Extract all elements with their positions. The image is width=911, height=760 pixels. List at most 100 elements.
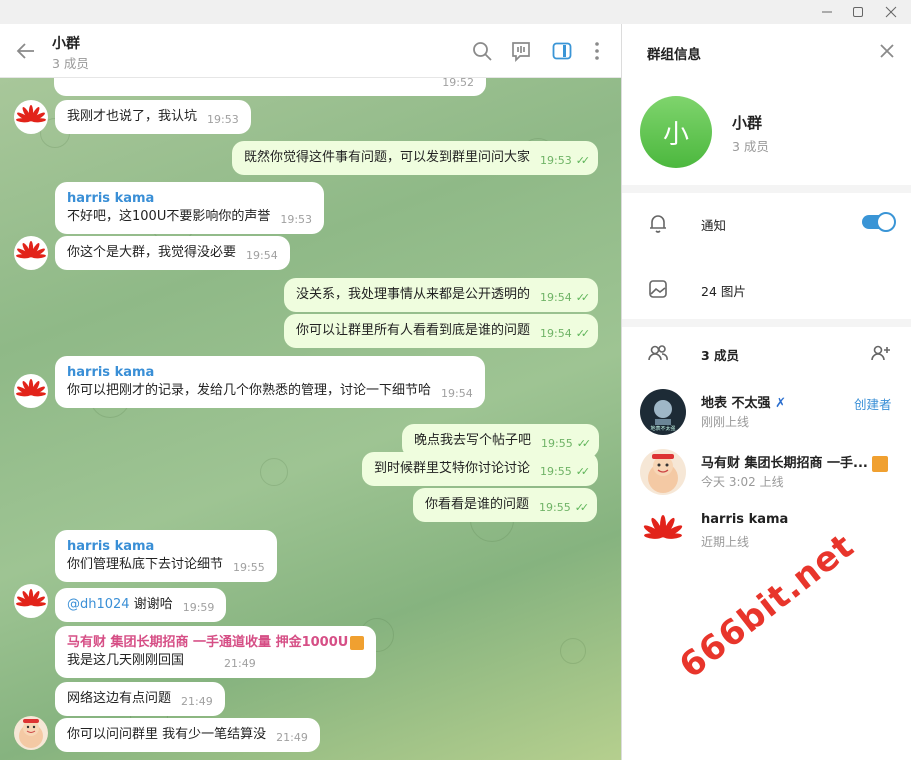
voice-chat-icon[interactable] [509, 39, 533, 63]
member-row[interactable]: 地表不太强 地表 不太强 ✗ 刚刚上线 创建者 [622, 383, 911, 441]
group-avatar[interactable]: 小 [640, 96, 712, 168]
window-close-icon[interactable] [876, 0, 906, 24]
search-icon[interactable] [470, 39, 494, 63]
message-time: 21:49 [181, 695, 213, 708]
message-bubble[interactable]: 我刚才也说了，我认坑 19:53 [55, 100, 251, 134]
message-bubble-outgoing[interactable]: 没关系，我处理事情从来都是公开透明的 19:54 ✓✓ [284, 278, 599, 312]
x-badge-icon: ✗ [775, 396, 786, 411]
message-bubble[interactable]: 你可以问问群里 我有少一笔结算没 21:49 [55, 718, 320, 752]
message-text: 我刚才也说了，我认坑 [67, 109, 198, 124]
add-member-icon[interactable] [868, 341, 892, 365]
message-bubble[interactable]: 马有财 集团长期招商 一手通道收量 押金1000U 我是这几天刚刚回国 21:49 [55, 626, 377, 678]
minimize-icon[interactable] [812, 0, 842, 24]
photos-row[interactable]: 24 图片 [622, 259, 911, 319]
message-text: 你可以问问群里 我有少一笔结算没 [67, 727, 267, 742]
group-name: 小群 [732, 114, 763, 132]
message-bubble-outgoing[interactable]: 你看看是谁的问题 19:55 ✓✓ [413, 488, 598, 522]
group-member-count: 3 成员 [732, 139, 769, 154]
message-bubble-outgoing[interactable]: 你可以让群里所有人看看到底是谁的问题 19:54 ✓✓ [284, 314, 599, 348]
message-bubble-outgoing[interactable]: 既然你觉得这件事有问题，可以发到群里问问大家 19:53 ✓✓ [232, 141, 599, 175]
read-checkmarks-icon: ✓✓ [574, 501, 590, 514]
window-titlebar [0, 0, 911, 24]
notifications-label: 通知 [701, 218, 727, 233]
member-status: 刚刚上线 [701, 415, 750, 429]
maximize-icon[interactable] [843, 0, 873, 24]
message-text: 我是这几天刚刚回国 [67, 653, 185, 668]
member-name: harris kama [701, 512, 789, 527]
message-bubble[interactable]: harris kama 你可以把刚才的记录，发给几个你熟悉的管理，讨论一下细节哈… [55, 356, 485, 408]
member-avatar [640, 449, 686, 495]
member-row[interactable]: harris kama 近期上线 [622, 503, 911, 561]
sender-name[interactable]: 马有财 集团长期招商 一手通道收量 押金1000U [67, 634, 365, 652]
notifications-row[interactable]: 通知 [622, 193, 911, 259]
message-time: 19:54 [540, 291, 572, 304]
read-checkmarks-icon: ✓✓ [575, 465, 591, 478]
back-arrow-icon[interactable] [14, 39, 38, 63]
more-options-icon[interactable] [585, 39, 609, 63]
badge-emoji-icon [350, 635, 365, 650]
message-time: 21:49 [224, 657, 256, 670]
message-text: 你可以把刚才的记录，发给几个你熟悉的管理，讨论一下细节哈 [67, 383, 432, 398]
member-avatar-huawei [640, 509, 686, 555]
member-name: 地表 不太强 ✗ [701, 396, 786, 411]
message-time: 19:55 [540, 465, 572, 478]
message-bubble-outgoing[interactable]: 到时候群里艾特你讨论讨论 19:55 ✓✓ [362, 452, 599, 486]
photos-label: 24 图片 [701, 284, 746, 299]
message-time: 19:59 [182, 601, 215, 614]
chat-area: 小群 3 成员 19:52 我刚才也说了，我认坑 19:53 既然你觉得这件事有… [0, 24, 621, 760]
badge-emoji-icon [872, 455, 889, 472]
message-text: 到时候群里艾特你讨论讨论 [374, 461, 531, 476]
notifications-toggle[interactable] [862, 212, 896, 232]
huawei-avatar[interactable] [14, 584, 48, 618]
sender-name[interactable]: harris kama [67, 190, 312, 208]
message-text: 没关系，我处理事情从来都是公开透明的 [296, 287, 531, 302]
group-info-panel: 群组信息 小 小群 3 成员 通知 24 图片 3 成员 地表不太强 地表 不太… [621, 24, 911, 760]
chat-title[interactable]: 小群 [52, 33, 80, 53]
member-row[interactable]: 马有财 集团长期招商 一手... 今天 3:02 上线 [622, 443, 911, 501]
message-text: 既然你觉得这件事有问题，可以发到群里问问大家 [244, 150, 531, 165]
message-bubble[interactable]: 你这个是大群，我觉得没必要 19:54 [55, 236, 290, 270]
panel-title: 群组信息 [647, 47, 701, 63]
group-info-header-section: 群组信息 小 小群 3 成员 [622, 24, 911, 185]
sender-name[interactable]: harris kama [67, 538, 265, 556]
message-bubble[interactable]: harris kama 你们管理私底下去讨论细节 19:55 [55, 530, 277, 582]
cartoon-avatar[interactable] [14, 716, 48, 750]
members-count-label: 3 成员 [701, 348, 740, 363]
user-mention-link[interactable]: @dh1024 [67, 597, 130, 612]
huawei-avatar[interactable] [14, 236, 48, 270]
read-checkmarks-icon: ✓✓ [575, 291, 591, 304]
chat-member-count: 3 成员 [52, 56, 89, 71]
message-time: 19:55 [541, 437, 573, 450]
message-text: 你这个是大群，我觉得没必要 [67, 245, 237, 260]
message-time: 19:55 [233, 561, 265, 574]
huawei-avatar[interactable] [14, 374, 48, 408]
sender-name[interactable]: harris kama [67, 364, 473, 382]
close-icon[interactable] [876, 40, 898, 62]
message-time: 19:53 [207, 113, 239, 126]
member-role-badge: 创建者 [854, 397, 892, 412]
message-bubble[interactable]: 网络这边有点问题 21:49 [55, 682, 225, 716]
message-time: 19:55 [539, 501, 571, 514]
message-bubble[interactable]: @dh1024 谢谢哈 19:59 [55, 588, 227, 622]
member-status: 今天 3:02 上线 [701, 475, 784, 489]
message-text: 谢谢哈 [129, 597, 173, 612]
svg-text:地表不太强: 地表不太强 [650, 425, 675, 432]
member-avatar: 地表不太强 [640, 389, 686, 435]
bell-icon [646, 211, 670, 235]
sidebar-toggle-icon[interactable] [550, 39, 574, 63]
huawei-avatar[interactable] [14, 100, 48, 134]
message-text: 网络这边有点问题 [67, 691, 172, 706]
message-text: 你可以让群里所有人看看到底是谁的问题 [296, 323, 531, 338]
message-time: 19:54 [441, 387, 473, 400]
message-time: 19:53 [280, 213, 313, 226]
member-status: 近期上线 [701, 535, 750, 549]
members-section: 3 成员 地表不太强 地表 不太强 ✗ 刚刚上线 创建者 马有财 集团长期招商 … [622, 327, 911, 760]
message-text: 晚点我去写个帖子吧 [414, 433, 532, 448]
read-checkmarks-icon: ✓✓ [575, 327, 591, 340]
message-text: 你看看是谁的问题 [425, 497, 530, 512]
member-name: 马有财 集团长期招商 一手... [701, 452, 889, 472]
toggle-knob [876, 212, 896, 232]
message-text: 你们管理私底下去讨论细节 [67, 557, 224, 572]
message-bubble[interactable]: harris kama 不好吧，这100U不要影响你的声誉 19:53 [55, 182, 325, 234]
read-checkmarks-icon: ✓✓ [576, 437, 592, 450]
